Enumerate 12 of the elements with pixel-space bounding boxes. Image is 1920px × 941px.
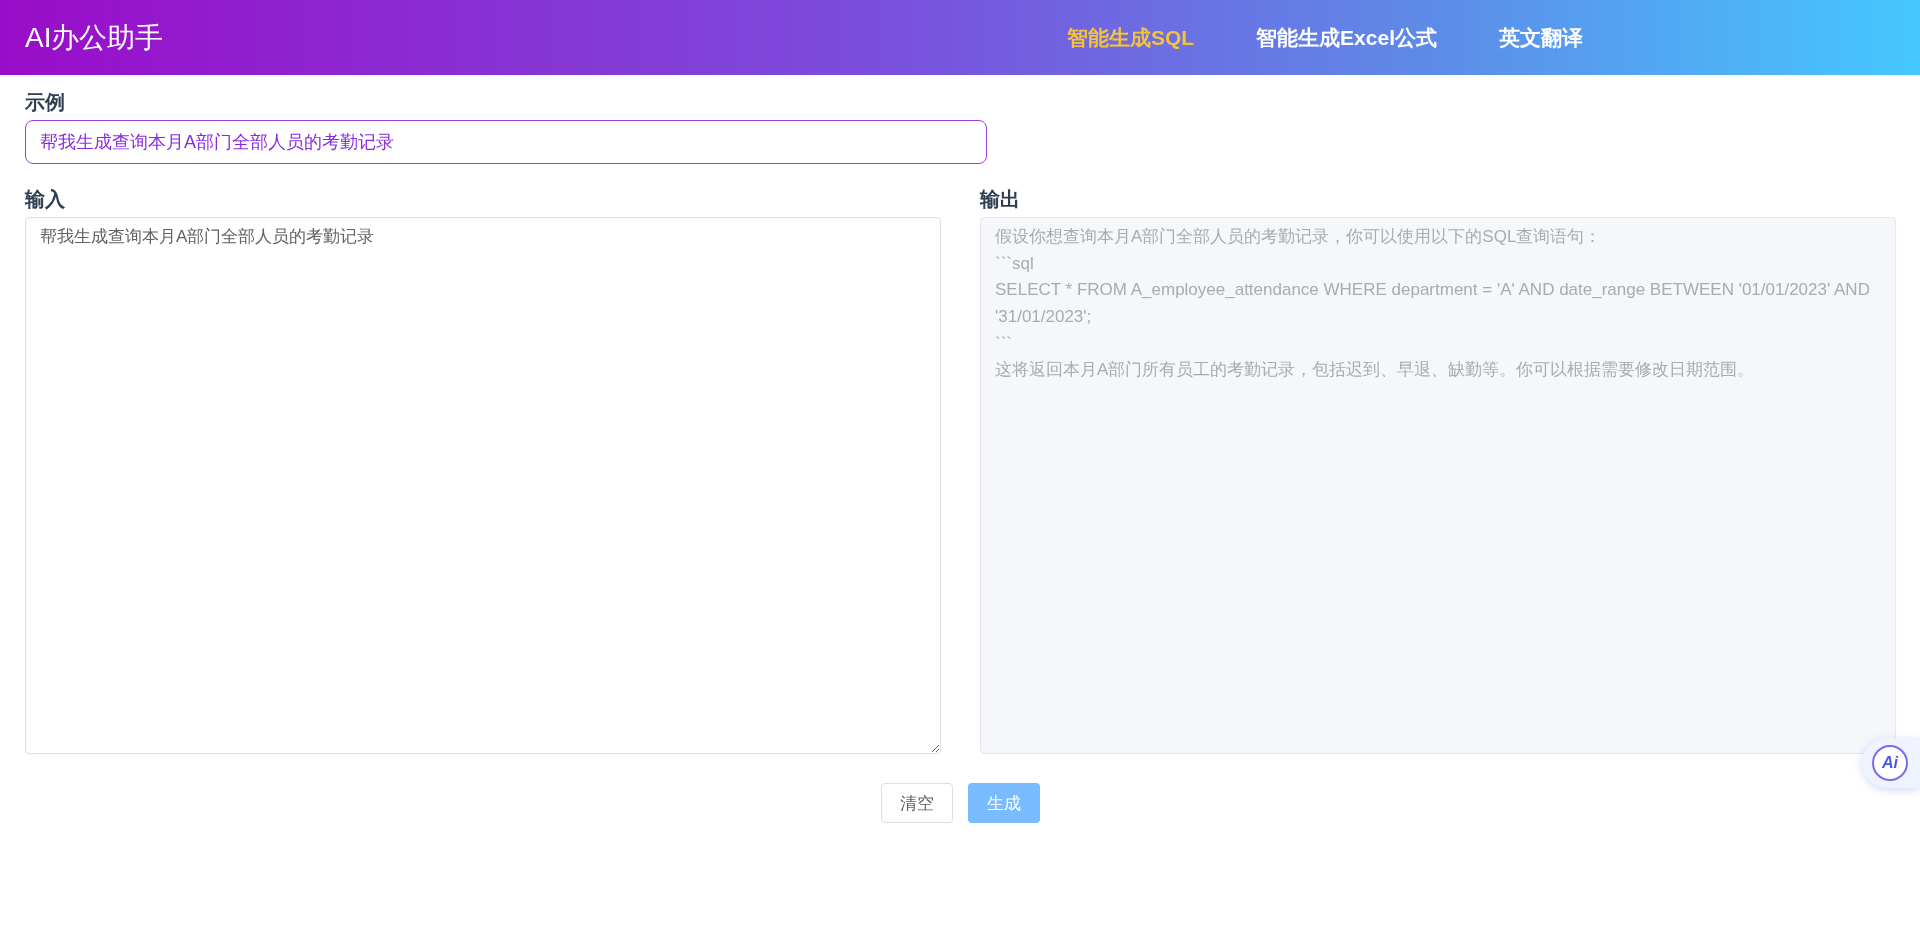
input-textarea[interactable]: 帮我生成查询本月A部门全部人员的考勤记录 <box>25 217 941 754</box>
nav-link[interactable]: 智能生成Excel公式 <box>1256 23 1437 52</box>
nav-link[interactable]: 英文翻译 <box>1499 23 1583 52</box>
ai-logo-icon: Ai <box>1872 745 1908 781</box>
example-field[interactable]: 帮我生成查询本月A部门全部人员的考勤记录 <box>25 120 987 164</box>
assistant-badge[interactable]: Ai <box>1862 738 1920 788</box>
clear-button[interactable]: 清空 <box>880 783 953 823</box>
app-title: AI办公助手 <box>25 20 165 55</box>
section-label: 输入 <box>25 187 66 212</box>
section-label: 输出 <box>980 187 1021 212</box>
section-label: 示例 <box>25 90 66 115</box>
nav-link[interactable]: 智能生成SQL <box>1066 23 1195 52</box>
